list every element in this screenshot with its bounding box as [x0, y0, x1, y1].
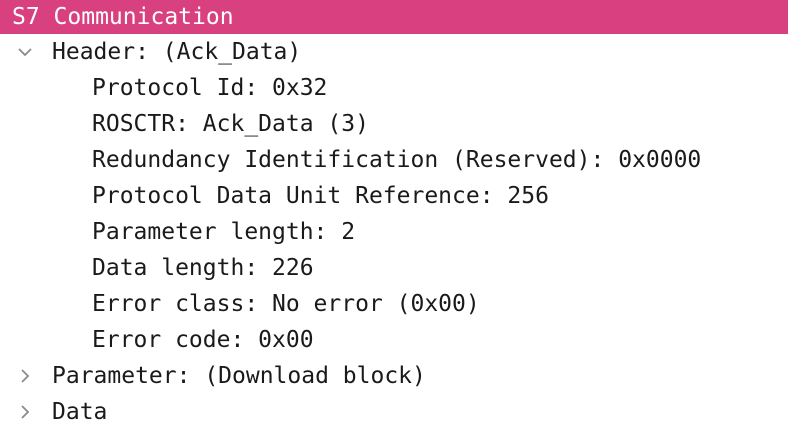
protocol-row-s7-communication[interactable]: S7 Communication [0, 0, 788, 34]
tree-item-data-label: Data [52, 399, 108, 425]
field-row-protocol-id[interactable]: Protocol Id: 0x32 [0, 70, 788, 106]
packet-details-tree: S7 Communication Header: (Ack_Data) Prot… [0, 0, 788, 428]
field-row-error-class[interactable]: Error class: No error (0x00) [0, 286, 788, 322]
field-label: Redundancy Identification (Reserved): 0x… [92, 147, 702, 173]
tree-item-header[interactable]: Header: (Ack_Data) [0, 34, 788, 70]
field-label: Protocol Data Unit Reference: 256 [92, 183, 549, 209]
chevron-right-icon[interactable] [14, 394, 36, 430]
tree-item-header-label: Header: (Ack_Data) [52, 39, 302, 65]
field-label: Protocol Id: 0x32 [92, 75, 328, 101]
field-row-error-code[interactable]: Error code: 0x00 [0, 322, 788, 358]
field-label: ROSCTR: Ack_Data (3) [92, 111, 369, 137]
tree-item-parameter[interactable]: Parameter: (Download block) [0, 358, 788, 394]
tree-item-data[interactable]: Data [0, 394, 788, 430]
field-label: Error class: No error (0x00) [92, 291, 480, 317]
tree-item-parameter-label: Parameter: (Download block) [52, 363, 426, 389]
field-label: Error code: 0x00 [92, 327, 314, 353]
field-row-redundancy-identification[interactable]: Redundancy Identification (Reserved): 0x… [0, 142, 788, 178]
protocol-label: S7 Communication [12, 4, 234, 30]
chevron-right-icon[interactable] [14, 358, 36, 394]
field-row-parameter-length[interactable]: Parameter length: 2 [0, 214, 788, 250]
field-row-pdu-reference[interactable]: Protocol Data Unit Reference: 256 [0, 178, 788, 214]
field-label: Data length: 226 [92, 255, 314, 281]
field-label: Parameter length: 2 [92, 219, 356, 245]
field-row-data-length[interactable]: Data length: 226 [0, 250, 788, 286]
field-row-rosctr[interactable]: ROSCTR: Ack_Data (3) [0, 106, 788, 142]
chevron-down-icon[interactable] [14, 34, 36, 70]
